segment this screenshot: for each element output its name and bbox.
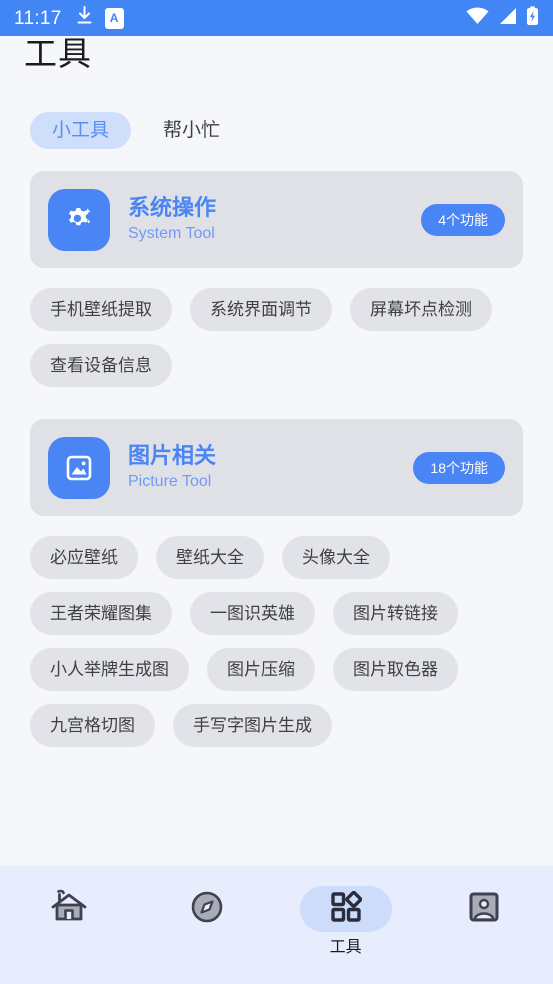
tool-chip[interactable]: 图片压缩 [207,648,315,691]
tool-chip[interactable]: 手机壁纸提取 [30,288,172,331]
nav-item-tools[interactable]: 工具 [277,886,415,956]
group-title: 系统操作 [128,195,217,221]
tool-chip[interactable]: 王者荣耀图集 [30,592,172,635]
status-bar-left-icons: A [76,6,124,30]
group-title: 图片相关 [128,443,217,469]
group-card-picture-tool[interactable]: 图片相关 Picture Tool 18个功能 [30,419,523,516]
tool-chip[interactable]: 头像大全 [282,536,390,579]
tab-help-tools[interactable]: 帮小忙 [141,112,242,149]
nav-pill-home [23,886,115,932]
ime-letter: A [109,11,119,25]
nav-pill-discover [161,886,253,932]
status-bar: 11:17 A [0,0,553,36]
ime-indicator-icon: A [104,7,124,29]
nav-pill-profile [438,886,530,932]
group-text-system-tool: 系统操作 System Tool [128,195,217,243]
group-subtitle: System Tool [128,225,215,243]
group-text-picture-tool: 图片相关 Picture Tool [128,443,217,491]
tool-chip[interactable]: 手写字图片生成 [173,704,332,747]
nav-pill-tools [299,886,392,932]
tool-chip[interactable]: 屏幕坏点检测 [350,288,492,331]
chip-list-picture-tool: 必应壁纸 壁纸大全 头像大全 王者荣耀图集 一图识英雄 图片转链接 小人举牌生成… [0,516,553,747]
cellular-signal-icon [498,7,517,30]
tool-chip[interactable]: 九宫格切图 [30,704,155,747]
gear-sparkle-icon [48,188,110,251]
wifi-icon [466,7,489,30]
group-card-system-tool[interactable]: 系统操作 System Tool 4个功能 [30,171,523,268]
battery-charging-icon [526,5,539,31]
compass-icon [190,890,224,929]
tools-scroll-area[interactable]: 小工具 帮小忙 系统操作 System Tool 4个功能 手机壁纸提取 系统界… [0,96,553,866]
profile-icon [468,891,500,928]
tool-chip[interactable]: 小人举牌生成图 [30,648,189,691]
tool-chip[interactable]: 一图识英雄 [190,592,315,635]
nav-item-profile[interactable] [415,886,553,932]
group-subtitle: Picture Tool [128,473,212,491]
download-icon [76,6,93,30]
page-title: 工具 [24,35,92,72]
bottom-navigation-bar: 工具 [0,866,553,984]
status-bar-right-icons [466,5,539,31]
app-root: 11:17 A 工具 小工具 帮小忙 系统操作 System Tool 4个功能… [0,0,553,984]
nav-item-discover[interactable] [138,886,276,932]
tool-chip[interactable]: 系统界面调节 [190,288,332,331]
group-count-badge: 18个功能 [413,451,505,484]
tool-chip[interactable]: 必应壁纸 [30,536,138,579]
tool-chip[interactable]: 壁纸大全 [156,536,264,579]
tools-grid-icon [330,890,362,928]
chip-list-system-tool: 手机壁纸提取 系统界面调节 屏幕坏点检测 查看设备信息 [0,268,553,387]
nav-label-tools: 工具 [329,939,362,956]
tab-small-tools[interactable]: 小工具 [30,112,132,149]
picture-icon [48,436,110,499]
home-icon [49,888,89,931]
nav-item-home[interactable] [0,886,138,932]
status-bar-clock: 11:17 [14,7,62,29]
tool-chip[interactable]: 图片转链接 [333,592,458,635]
tool-chip[interactable]: 查看设备信息 [30,344,172,387]
group-count-badge: 4个功能 [421,203,505,236]
category-tab-bar: 小工具 帮小忙 [0,112,553,149]
tool-chip[interactable]: 图片取色器 [333,648,458,691]
